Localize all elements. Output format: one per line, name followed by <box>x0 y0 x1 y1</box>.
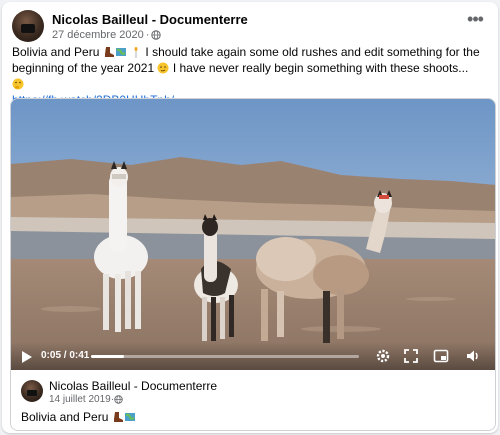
map-emoji-icon <box>115 48 126 56</box>
shared-map-emoji-icon <box>124 413 135 421</box>
author-name[interactable]: Nicolas Bailleul - Documenterre <box>52 12 248 27</box>
play-icon[interactable] <box>21 350 33 364</box>
post-text-line1a: Bolivia and Peru <box>12 45 100 59</box>
shared-author-name[interactable]: Nicolas Bailleul - Documenterre <box>49 379 217 393</box>
shared-post-info: Nicolas Bailleul - Documenterre 14 juill… <box>11 370 495 430</box>
author-avatar[interactable] <box>12 10 44 42</box>
settings-icon[interactable] <box>375 348 391 364</box>
shared-boot-emoji-icon <box>113 412 123 422</box>
shared-text-label: Bolivia and Peru <box>21 410 109 424</box>
shared-video-attachment[interactable]: 0:05 / 0:41 Nicolas Bailleul - Documente… <box>10 98 496 431</box>
picture-in-picture-icon[interactable] <box>433 348 449 364</box>
post-text-line2a: beginning of the year 2021 <box>12 61 155 75</box>
video-progress-bar[interactable] <box>91 355 359 358</box>
post-header: Nicolas Bailleul - Documenterre 27 décem… <box>12 10 488 44</box>
boot-emoji-icon <box>104 47 114 57</box>
video-frame-llamas <box>11 99 495 370</box>
more-options-button[interactable]: ••• <box>462 10 488 34</box>
post-card: Nicolas Bailleul - Documenterre 27 décem… <box>2 2 498 433</box>
shared-globe-icon <box>114 395 123 404</box>
meta-separator: · <box>145 29 150 41</box>
post-text-line2b: I have never really begin something with… <box>172 61 469 75</box>
volume-icon[interactable] <box>465 348 481 364</box>
post-meta: 27 décembre 2020 · <box>52 29 162 41</box>
smirk-emoji-icon <box>157 62 169 74</box>
expand-icon[interactable] <box>403 348 419 364</box>
candle-emoji-icon <box>134 47 138 58</box>
post-text-line1b: I should take again some old rushes and … <box>145 45 480 59</box>
video-player[interactable]: 0:05 / 0:41 <box>11 99 495 370</box>
post-date[interactable]: 27 décembre 2020 <box>52 29 144 41</box>
video-controls: 0:05 / 0:41 <box>11 342 495 370</box>
shared-post-text: Bolivia and Peru <box>21 410 136 424</box>
shared-post-meta: 14 juillet 2019· <box>49 394 123 405</box>
video-progress-fill <box>91 355 124 358</box>
shared-post-date[interactable]: 14 juillet 2019 <box>49 394 111 405</box>
thinking-emoji-icon <box>12 78 24 90</box>
video-time: 0:05 / 0:41 <box>41 350 90 361</box>
shared-author-avatar[interactable] <box>21 380 43 402</box>
globe-icon <box>151 30 162 40</box>
